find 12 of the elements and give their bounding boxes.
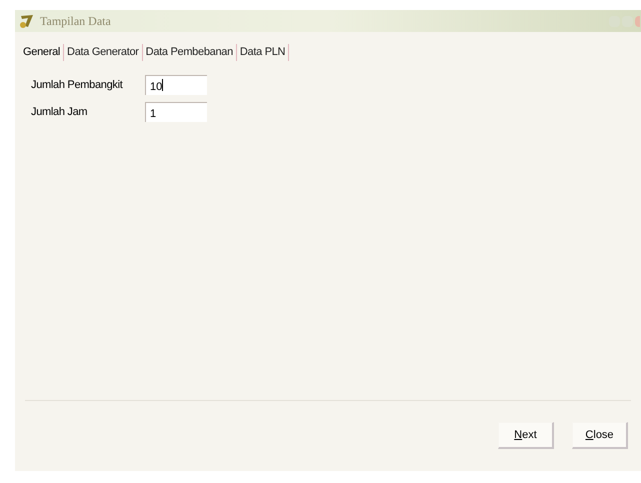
field-label: Jumlah Jam — [31, 105, 88, 120]
tab[interactable]: Data Pembebanan — [142, 44, 237, 61]
input-field[interactable]: 1 — [145, 102, 207, 122]
close-button[interactable]: Close — [572, 422, 628, 449]
tab[interactable]: Data PLN — [236, 44, 290, 61]
next-button[interactable]: Next — [498, 422, 554, 449]
window-controls-icon — [609, 16, 641, 26]
tab[interactable]: Data Generator — [64, 44, 143, 61]
field-label: Jumlah Pembangkit — [31, 78, 124, 93]
window-title: Tampilan Data — [40, 13, 111, 30]
input-field[interactable]: 10 — [145, 75, 207, 95]
app-icon — [19, 13, 35, 29]
